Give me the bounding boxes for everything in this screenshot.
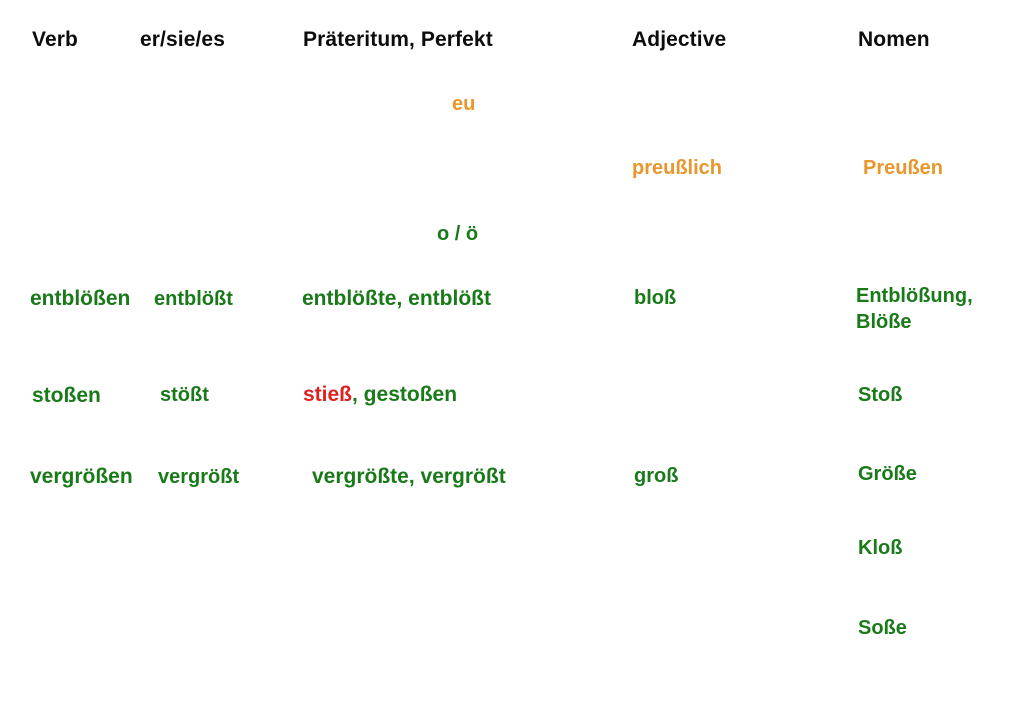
column-header-preterite-perfect: Präteritum, Perfekt	[303, 28, 493, 51]
vowel-marker-o-oe: o / ö	[437, 223, 479, 245]
row-noun-entbloessung-bloesse: Entblößung, Blöße	[856, 285, 973, 333]
column-header-person: er/sie/es	[140, 28, 225, 51]
row-verb-entbloessen: entblößen	[30, 287, 131, 310]
column-header-nomen: Nomen	[858, 28, 930, 51]
orange-adjective-preusslich: preußlich	[632, 157, 723, 179]
row-past-entbloesste: entblößte, entblößt	[302, 287, 491, 310]
row-person-vergroesst: vergrößt	[158, 466, 240, 488]
past-rest-gestossen: , gestoßen	[352, 383, 458, 406]
row-verb-vergroessen: vergrößen	[30, 465, 133, 488]
row-past-vergroesste: vergrößte, vergrößt	[312, 465, 506, 488]
row-past-stiess-gestossen: stieß, gestoßen	[303, 382, 457, 409]
extra-noun-kloss: Kloß	[858, 537, 903, 559]
row-person-stoesst: stößt	[160, 384, 209, 406]
row-noun-stoss: Stoß	[858, 384, 903, 406]
slide-canvas: Verb er/sie/es Präteritum, Perfekt Adjec…	[0, 0, 1024, 723]
past-irregular-stiess: stieß	[303, 383, 353, 406]
row-adjective-gross: groß	[634, 465, 679, 487]
row-verb-stossen: stoßen	[32, 384, 101, 407]
extra-noun-sosse: Soße	[858, 617, 907, 639]
column-header-adjective: Adjective	[632, 28, 727, 51]
row-noun-groesse: Größe	[858, 463, 917, 485]
row-person-entbloesst: entblößt	[154, 288, 233, 310]
row-adjective-bloss: bloß	[634, 287, 677, 309]
vowel-marker-eu: eu	[452, 93, 476, 115]
column-header-verb: Verb	[32, 28, 78, 51]
orange-noun-preussen: Preußen	[863, 157, 944, 179]
